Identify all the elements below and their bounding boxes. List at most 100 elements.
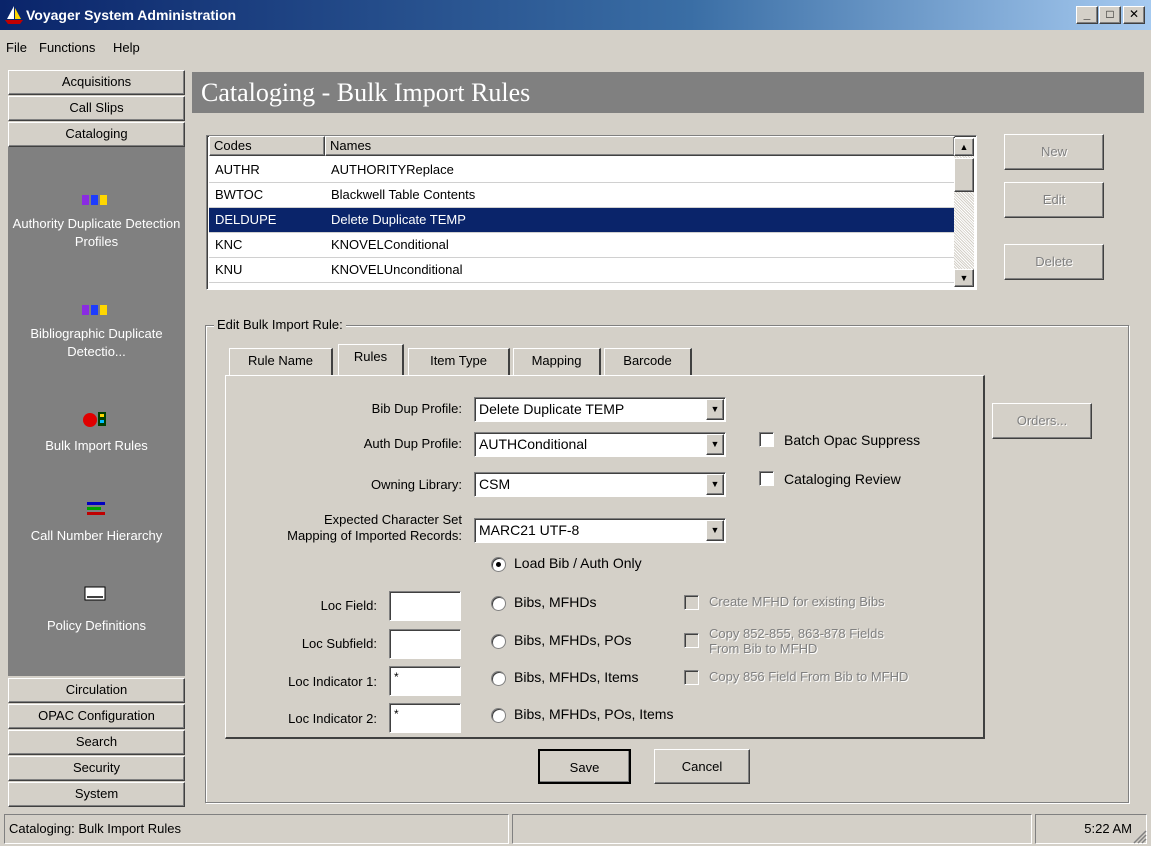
nav-bulk-import-rules[interactable]: Bulk Import Rules (8, 437, 185, 455)
radio-selected-dot (496, 562, 501, 567)
batch-opac-suppress-checkbox[interactable] (759, 432, 774, 447)
column-header-names[interactable]: Names (325, 136, 955, 156)
status-bar: Cataloging: Bulk Import Rules 5:22 AM (0, 812, 1151, 846)
maximize-button[interactable]: □ (1099, 6, 1121, 24)
tab-mapping[interactable]: Mapping (513, 348, 601, 376)
bulk-import-icon (83, 412, 106, 427)
bibs-mfhds-pos-items-radio[interactable] (491, 708, 506, 723)
auth-dup-value: AUTHConditional (479, 436, 588, 452)
nav-policy-definitions[interactable]: Policy Definitions (8, 617, 185, 635)
owning-library-label: Owning Library: (370, 477, 462, 492)
status-middle-pane (512, 814, 1032, 844)
scroll-down-icon[interactable]: ▼ (954, 269, 974, 287)
column-header-codes[interactable]: Codes (209, 136, 325, 156)
page-title: Cataloging - Bulk Import Rules (192, 72, 1144, 113)
window-title: Voyager System Administration (26, 7, 237, 23)
loc-field-input[interactable] (389, 591, 461, 621)
chevron-down-icon[interactable]: ▼ (706, 399, 724, 420)
cancel-button[interactable]: Cancel (654, 749, 750, 784)
voyager-ship-icon (5, 6, 23, 24)
charset-select[interactable]: MARC21 UTF-8 ▼ (474, 518, 726, 543)
scroll-thumb[interactable] (954, 158, 974, 192)
bibs-mfhds-items-radio[interactable] (491, 671, 506, 686)
row-name: AUTHORITYReplace (331, 162, 454, 177)
edit-rule-group-label: Edit Bulk Import Rule: (214, 317, 346, 332)
nav-search-button[interactable]: Search (8, 730, 185, 755)
tab-barcode[interactable]: Barcode (604, 348, 692, 376)
window-title-bar: Voyager System Administration _ □ ✕ (0, 0, 1151, 30)
copy-852-checkbox[interactable] (684, 633, 699, 648)
copy-856-checkbox[interactable] (684, 670, 699, 685)
resize-grip-icon[interactable] (1131, 828, 1147, 844)
row-code: KNC (215, 237, 243, 252)
copy-852-label-line1: Copy 852-855, 863-878 Fields (709, 626, 884, 641)
nav-call-slips-button[interactable]: Call Slips (8, 96, 185, 121)
table-row[interactable]: AUTHR AUTHORITYReplace (209, 158, 955, 183)
duplicate-profile-icon (82, 195, 107, 205)
bib-dup-value: Delete Duplicate TEMP (479, 401, 625, 417)
nav-authority-duplicate[interactable]: Authority Duplicate Detection Profiles (8, 215, 185, 251)
nav-acquisitions-button[interactable]: Acquisitions (8, 70, 185, 95)
table-row[interactable]: KNU KNOVELUnconditional (209, 258, 955, 283)
minimize-button[interactable]: _ (1076, 6, 1098, 24)
bibs-mfhds-pos-label: Bibs, MFHDs, POs (514, 632, 632, 648)
save-button[interactable]: Save (538, 749, 631, 784)
tab-rules[interactable]: Rules (338, 344, 404, 376)
bib-dup-select[interactable]: Delete Duplicate TEMP ▼ (474, 397, 726, 422)
tab-rule-name[interactable]: Rule Name (229, 348, 333, 376)
cataloging-review-checkbox[interactable] (759, 471, 774, 486)
row-code: AUTHR (215, 162, 260, 177)
chevron-down-icon[interactable]: ▼ (706, 474, 724, 495)
menu-functions[interactable]: Functions (39, 40, 95, 55)
bibs-mfhds-radio[interactable] (491, 596, 506, 611)
status-text: Cataloging: Bulk Import Rules (4, 814, 509, 844)
row-name: KNOVELConditional (331, 237, 449, 252)
bib-dup-label: Bib Dup Profile: (371, 401, 462, 416)
nav-cataloging-button[interactable]: Cataloging (8, 122, 185, 147)
table-row-selected[interactable]: DELDUPE Delete Duplicate TEMP (209, 208, 955, 233)
nav-system-button[interactable]: System (8, 782, 185, 807)
cataloging-review-label: Cataloging Review (784, 471, 901, 487)
nav-opac-configuration-button[interactable]: OPAC Configuration (8, 704, 185, 729)
table-row[interactable]: BWTOC Blackwell Table Contents (209, 183, 955, 208)
charset-label-line1: Expected Character Set (323, 512, 462, 527)
rules-list: Codes Names AUTHR AUTHORITYReplace BWTOC… (206, 135, 977, 290)
bibs-mfhds-pos-radio[interactable] (491, 634, 506, 649)
new-button[interactable]: New (1004, 134, 1104, 170)
tab-item-type[interactable]: Item Type (408, 348, 510, 376)
chevron-down-icon[interactable]: ▼ (706, 434, 724, 455)
bibs-mfhds-pos-items-label: Bibs, MFHDs, POs, Items (514, 706, 674, 722)
loc-indicator2-input[interactable]: * (389, 703, 461, 733)
batch-opac-suppress-label: Batch Opac Suppress (784, 432, 921, 448)
loc-field-label: Loc Field: (320, 598, 377, 613)
loc-indicator1-input[interactable]: * (389, 666, 461, 696)
menu-file[interactable]: File (6, 40, 27, 55)
close-button[interactable]: ✕ (1123, 6, 1145, 24)
list-scrollbar[interactable]: ▲ ▼ (954, 138, 974, 287)
nav-circulation-button[interactable]: Circulation (8, 678, 185, 703)
row-code: KNU (215, 262, 243, 277)
row-name: KNOVELUnconditional (331, 262, 463, 277)
menu-bar: File Functions Help (0, 40, 1151, 62)
charset-value: MARC21 UTF-8 (479, 522, 580, 538)
row-name: Delete Duplicate TEMP (331, 212, 466, 227)
bibs-mfhds-label: Bibs, MFHDs (514, 594, 597, 610)
menu-help[interactable]: Help (113, 40, 140, 55)
auth-dup-select[interactable]: AUTHConditional ▼ (474, 432, 726, 457)
row-code: BWTOC (215, 187, 264, 202)
owning-library-select[interactable]: CSM ▼ (474, 472, 726, 497)
delete-button[interactable]: Delete (1004, 244, 1104, 280)
nav-bibliographic-duplicate[interactable]: Bibliographic Duplicate Detectio... (8, 325, 185, 361)
loc-subfield-input[interactable] (389, 629, 461, 659)
create-mfhd-checkbox[interactable] (684, 595, 699, 610)
loc-indicator1-label: Loc Indicator 1: (288, 674, 377, 689)
table-row[interactable]: KNC KNOVELConditional (209, 233, 955, 258)
load-bib-auth-only-radio[interactable] (491, 557, 506, 572)
bibs-mfhds-items-label: Bibs, MFHDs, Items (514, 669, 639, 685)
chevron-down-icon[interactable]: ▼ (706, 520, 724, 541)
scroll-up-icon[interactable]: ▲ (954, 138, 974, 156)
nav-call-number-hierarchy[interactable]: Call Number Hierarchy (8, 527, 185, 545)
edit-button[interactable]: Edit (1004, 182, 1104, 218)
loc-subfield-label: Loc Subfield: (301, 636, 377, 651)
nav-security-button[interactable]: Security (8, 756, 185, 781)
